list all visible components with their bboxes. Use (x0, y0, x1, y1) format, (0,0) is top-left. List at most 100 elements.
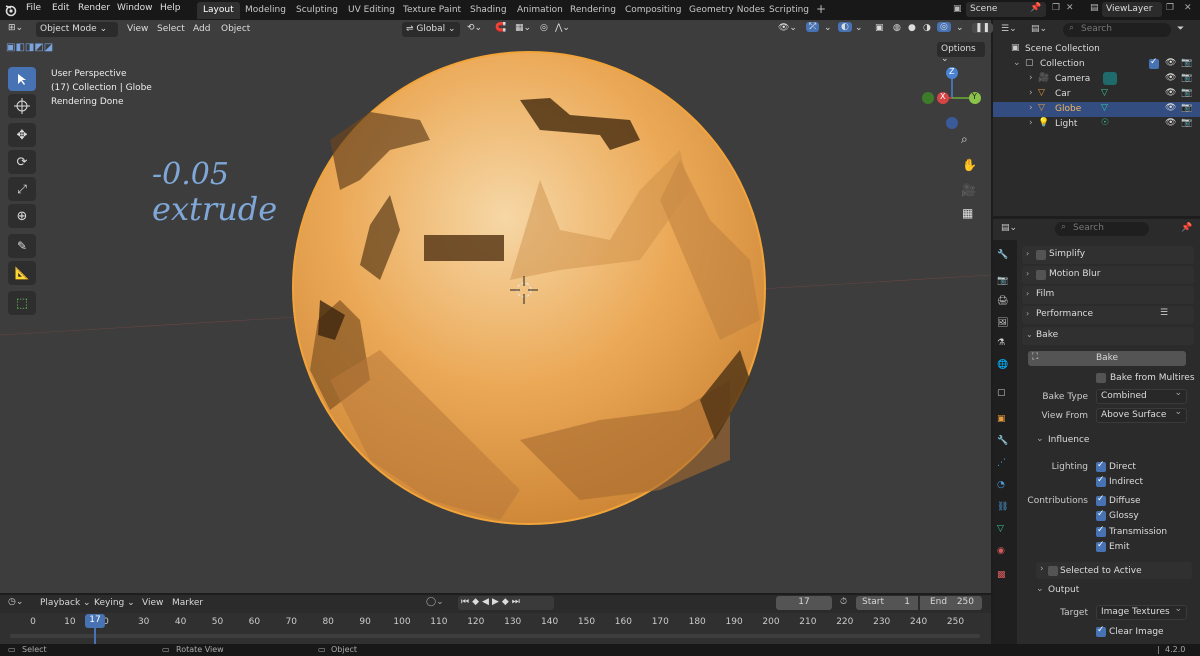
cursor-tool[interactable] (8, 94, 36, 118)
panel-simplify[interactable]: › Simplify (1022, 246, 1194, 264)
filter-icon[interactable]: ⏷ (1177, 24, 1184, 34)
properties-search-input[interactable]: ⌕ Search (1055, 222, 1149, 236)
clear-image-checkbox[interactable] (1096, 625, 1106, 637)
panel-film[interactable]: › Film (1022, 286, 1194, 304)
rendered-shading-icon[interactable]: ◎ (937, 22, 951, 32)
editor-type-icon[interactable]: ⊞⌄ (8, 23, 23, 33)
scale-tool[interactable]: ⤢ (8, 177, 36, 201)
eye-icon[interactable]: 👁 (1165, 88, 1176, 98)
menu-object[interactable]: Object (221, 24, 250, 34)
outliner-item-light[interactable]: › 💡 Light ☉ 👁 📷 (993, 117, 1200, 132)
play-icon[interactable]: ▶ (492, 597, 502, 607)
bake-button[interactable]: ⛶ Bake (1028, 351, 1186, 366)
tool-tab-icon[interactable]: 🔧 (997, 250, 1013, 264)
data-tab-icon[interactable]: ▽ (997, 524, 1013, 538)
delete-scene-icon[interactable]: ✕ (1066, 3, 1074, 13)
render-camera-icon[interactable]: 📷 (1181, 73, 1192, 83)
menu-playback[interactable]: Playback ⌄ (40, 598, 91, 608)
add-workspace-icon[interactable]: + (816, 2, 826, 16)
object-tab-icon[interactable]: ▣ (997, 414, 1013, 428)
mode-selector[interactable]: Object Mode ⌄ (36, 22, 118, 37)
stopwatch-icon[interactable]: ⏱ (840, 597, 847, 607)
timeline-scrollbar[interactable] (10, 634, 980, 638)
blender-logo-icon[interactable] (4, 3, 18, 17)
modifier-tab-icon[interactable]: 🔧 (997, 436, 1013, 450)
collection-tab-icon[interactable]: ▢ (997, 388, 1013, 402)
tab-uv-editing[interactable]: UV Editing (342, 2, 401, 19)
output-tab-icon[interactable]: 🖨 (997, 296, 1013, 310)
tab-rendering[interactable]: Rendering (564, 2, 622, 19)
panel-motion-blur[interactable]: › Motion Blur (1022, 266, 1194, 284)
annotate-tool[interactable]: ✎ (8, 234, 36, 258)
shading-menu-icon[interactable]: ⌄ (956, 23, 964, 33)
outliner-item-globe[interactable]: › ▽ Globe ▽ 👁 📷 (993, 102, 1200, 117)
move-tool[interactable]: ✥ (8, 123, 36, 147)
constraints-tab-icon[interactable]: ⛓ (997, 502, 1013, 516)
camera-data-icon[interactable] (1103, 72, 1117, 85)
tab-compositing[interactable]: Compositing (619, 2, 687, 19)
outliner-item-camera[interactable]: › 🎥 Camera 👁 📷 (993, 72, 1200, 87)
presets-list-icon[interactable]: ☰ (1160, 308, 1168, 318)
select-box-tool[interactable] (8, 67, 36, 91)
xray-icon[interactable]: ▣ (875, 23, 884, 33)
expand-arrow-icon[interactable]: › (1029, 88, 1033, 98)
menu-view[interactable]: View (142, 598, 163, 608)
menu-file[interactable]: File (26, 3, 41, 13)
render-tab-icon[interactable]: 📷 (997, 276, 1013, 290)
overlays-toggle-icon[interactable]: ◐ (838, 22, 852, 32)
particles-tab-icon[interactable]: ⋰ (997, 458, 1013, 472)
navigation-gizmo[interactable]: Z X Y (920, 66, 988, 146)
prev-keyframe-icon[interactable]: ◆ (472, 597, 482, 607)
bake-from-multires-checkbox[interactable] (1096, 373, 1106, 383)
render-camera-icon[interactable]: 📷 (1181, 88, 1192, 98)
tab-scripting[interactable]: Scripting (763, 2, 815, 19)
perspective-toggle-icon[interactable]: ▦ (962, 206, 973, 220)
copy-scene-icon[interactable]: ❐ (1052, 3, 1060, 13)
visibility-icon[interactable]: 👁⌄ (778, 23, 797, 33)
transform-tool[interactable]: ⊕ (8, 204, 36, 228)
current-frame-field[interactable]: 17 (776, 596, 832, 610)
next-keyframe-icon[interactable]: ◆ (502, 597, 512, 607)
tab-geometry-nodes[interactable]: Geometry Nodes (683, 2, 771, 19)
indirect-checkbox[interactable] (1096, 475, 1106, 487)
tab-shading[interactable]: Shading (464, 2, 513, 19)
target-select[interactable]: Image Textures (1096, 604, 1187, 620)
material-tab-icon[interactable]: ◉ (997, 546, 1013, 560)
overlays-menu-icon[interactable]: ⌄ (855, 23, 863, 33)
tab-sculpting[interactable]: Sculpting (290, 2, 344, 19)
eye-icon[interactable]: 👁 (1165, 58, 1176, 68)
add-cube-tool[interactable]: ⬚ (8, 291, 36, 315)
light-data-icon[interactable]: ☉ (1101, 118, 1109, 128)
selected-to-active-checkbox[interactable] (1048, 566, 1058, 576)
menu-help[interactable]: Help (160, 3, 181, 13)
view-layer-tab-icon[interactable]: 🖼 (997, 318, 1013, 332)
display-mode-icon[interactable]: ▤⌄ (1031, 24, 1047, 34)
view-layer-selector[interactable]: ViewLayer (1102, 2, 1162, 17)
gizmo-toggle-icon[interactable]: ⤱ (806, 22, 820, 32)
scene-tab-icon[interactable]: ⚗ (997, 338, 1013, 352)
rotate-tool[interactable]: ⟳ (8, 150, 36, 174)
start-frame-field[interactable]: Start 1 (856, 596, 918, 610)
solid-shading-icon[interactable]: ● (908, 23, 916, 33)
panel-bake[interactable]: ⌄ Bake (1022, 327, 1194, 345)
camera-view-icon[interactable]: 🎥 (961, 183, 976, 197)
glossy-checkbox[interactable] (1096, 509, 1106, 521)
menu-add[interactable]: Add (193, 24, 210, 34)
diffuse-checkbox[interactable] (1096, 494, 1106, 506)
render-camera-icon[interactable]: 📷 (1181, 58, 1192, 68)
expand-arrow-icon[interactable]: › (1029, 118, 1033, 128)
menu-keying[interactable]: Keying ⌄ (94, 598, 135, 608)
outliner-collection[interactable]: ⌄ ▢ Collection 👁 📷 (993, 57, 1200, 72)
tab-animation[interactable]: Animation (511, 2, 569, 19)
collection-include-checkbox[interactable] (1149, 57, 1159, 69)
gizmo-menu-icon[interactable]: ⌄ (824, 23, 832, 33)
direct-checkbox[interactable] (1096, 460, 1106, 472)
subpanel-output[interactable]: ⌄ Output (1030, 582, 1190, 599)
tab-modeling[interactable]: Modeling (239, 2, 292, 19)
falloff-icon[interactable]: ⋀⌄ (555, 23, 570, 33)
menu-marker[interactable]: Marker (172, 598, 203, 608)
motion-blur-checkbox[interactable] (1036, 270, 1046, 280)
proportional-edit-icon[interactable]: ◎ (540, 23, 548, 33)
outliner-scene-collection[interactable]: ▣ Scene Collection (993, 42, 1200, 57)
outliner-item-car[interactable]: › ▽ Car ▽ 👁 📷 (993, 87, 1200, 102)
